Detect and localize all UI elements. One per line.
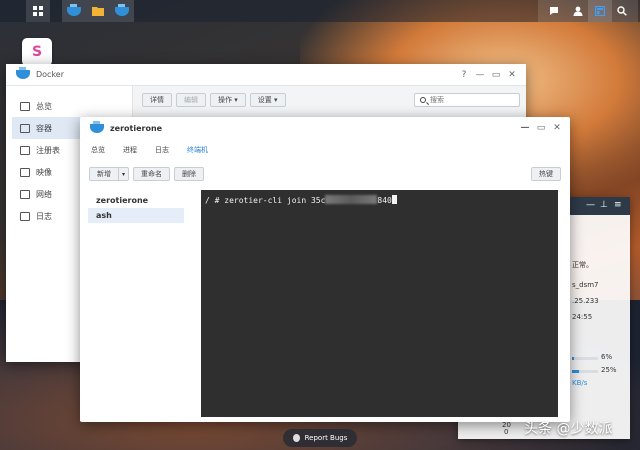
docker-zerotier-taskbar-icon[interactable]: [110, 0, 134, 22]
session-item-zerotierone[interactable]: zerotierone: [88, 193, 184, 208]
main-menu-icon[interactable]: [26, 0, 50, 22]
sidebar-item-label: 总览: [36, 101, 52, 111]
package-center-icon[interactable]: S: [22, 38, 52, 66]
close-icon[interactable]: ✕: [549, 117, 565, 139]
shortcut-button-wrap: 热键: [531, 167, 565, 181]
minimize-icon[interactable]: —: [517, 117, 533, 139]
sidebar-item-label: 容器: [36, 123, 52, 133]
tab-process[interactable]: 进程: [112, 143, 144, 157]
container-icon: [20, 123, 30, 133]
delete-button[interactable]: 删除: [174, 167, 204, 181]
terminal-command: / # zerotier-cli join 35c: [205, 196, 326, 205]
log-icon: [20, 211, 30, 221]
session-item-ash[interactable]: ash: [88, 208, 184, 223]
docker-search[interactable]: [414, 93, 520, 107]
tab-overview[interactable]: 总览: [80, 143, 112, 157]
new-button[interactable]: 新增: [89, 167, 119, 181]
user-icon[interactable]: [566, 0, 590, 22]
help-icon[interactable]: ?: [456, 64, 472, 86]
overview-icon: [20, 101, 30, 111]
sidebar-item-label: 日志: [36, 211, 52, 221]
settings-dropdown[interactable]: 设置 ▾: [249, 93, 286, 107]
edit-button[interactable]: 编辑: [176, 93, 206, 107]
tab-terminal[interactable]: 终端机: [176, 143, 215, 157]
docker-window-title: Docker: [36, 70, 65, 79]
search-input[interactable]: [430, 96, 510, 104]
docker-taskbar-icon[interactable]: [62, 0, 86, 22]
search-icon[interactable]: [610, 0, 634, 22]
terminal-console[interactable]: / # zerotier-cli join 35c 840: [201, 190, 558, 417]
file-station-icon[interactable]: [86, 0, 110, 22]
cpu-bar: [572, 357, 598, 360]
cpu-percent: 6%: [601, 353, 613, 361]
sidebar-item-label: 网络: [36, 189, 52, 199]
bug-icon: [292, 434, 300, 442]
zerotierone-tabs: 总览 进程 日志 终端机: [80, 143, 215, 157]
minimize-icon[interactable]: —: [472, 64, 488, 86]
maximize-icon[interactable]: ▭: [533, 117, 549, 139]
sidebar-item-label: 映像: [36, 167, 52, 177]
terminal-toolbar: 新增 ▾ 重命名 删除: [89, 167, 208, 181]
redacted-network-id: [325, 195, 378, 204]
new-split-button: 新增 ▾: [89, 167, 129, 181]
docker-toolbar: 详情 编辑 操作 ▾ 设置 ▾: [142, 93, 290, 107]
docker-title-bar[interactable]: Docker ? — ▭ ✕: [6, 64, 526, 86]
notification-icon[interactable]: [542, 0, 566, 22]
ram-percent: 25%: [601, 366, 617, 374]
taskbar-tray: [538, 0, 638, 22]
widget-menu-icon[interactable]: ≡: [614, 200, 622, 210]
terminal-command-suffix: 840: [377, 196, 392, 205]
uptime: 24:55: [572, 313, 593, 321]
image-icon: [20, 167, 30, 177]
watermark: 头条 @少数派: [524, 421, 613, 437]
taskbar: [0, 0, 640, 22]
report-bugs-label: Report Bugs: [304, 434, 348, 442]
session-list: zerotierone ash: [88, 193, 184, 223]
docker-icon: [90, 120, 104, 133]
host-name: s_dsm7: [572, 281, 599, 289]
details-button[interactable]: 详情: [142, 93, 172, 107]
widgets-icon[interactable]: [588, 0, 612, 22]
chevron-down-icon[interactable]: ▾: [119, 167, 129, 181]
system-status: 正常。: [572, 261, 593, 269]
network-rate: KB/s: [572, 379, 588, 387]
network-icon: [20, 189, 30, 199]
zerotierone-title-bar[interactable]: zerotierone — ▭ ✕: [80, 117, 570, 139]
pin-icon[interactable]: ⊥: [600, 200, 608, 210]
rename-button[interactable]: 重命名: [133, 167, 170, 181]
zerotierone-window: zerotierone — ▭ ✕ 总览 进程 日志 终端机 新增 ▾ 重命名 …: [80, 117, 570, 422]
report-bugs-button[interactable]: Report Bugs: [283, 429, 357, 447]
ram-bar: [572, 370, 598, 373]
docker-icon: [16, 67, 30, 79]
zerotierone-window-title: zerotierone: [110, 123, 163, 133]
taskbar-apps: [62, 0, 134, 22]
ip-address: .25.233: [572, 297, 599, 305]
maximize-icon[interactable]: ▭: [488, 64, 504, 86]
terminal-cursor: [391, 195, 397, 204]
action-dropdown[interactable]: 操作 ▾: [210, 93, 246, 107]
registry-icon: [20, 145, 30, 155]
shortcut-button[interactable]: 热键: [531, 167, 561, 181]
widget-minimize-icon[interactable]: —: [586, 200, 595, 210]
axis-label-zero: 0: [504, 428, 509, 436]
search-icon: [420, 97, 426, 103]
close-icon[interactable]: ✕: [504, 64, 520, 86]
sidebar-item-overview[interactable]: 总览: [12, 95, 133, 117]
sidebar-item-label: 注册表: [36, 145, 60, 155]
tab-log[interactable]: 日志: [144, 143, 176, 157]
